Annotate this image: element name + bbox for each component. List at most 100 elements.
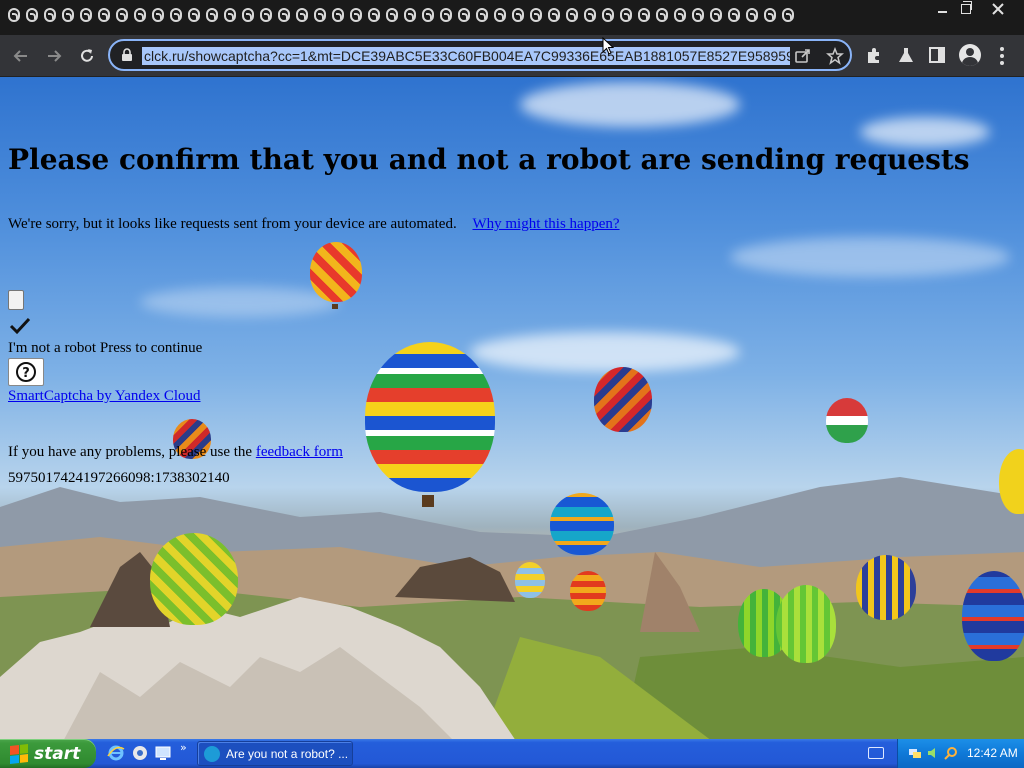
- tab-glyph-icon: [764, 8, 776, 22]
- tab-glyph-icon: [242, 8, 254, 22]
- feedback-message: If you have any problems, please use the…: [8, 444, 343, 461]
- question-mark-icon: ?: [16, 362, 36, 382]
- restore-button[interactable]: [952, 0, 980, 18]
- taskbar: start » Are you not a robot? ... 12:42 A…: [0, 739, 1024, 768]
- start-label: start: [34, 743, 81, 764]
- tab-glyph-icon: [188, 8, 200, 22]
- tab-glyph-icon: [224, 8, 236, 22]
- system-tray: 12:42 AM: [897, 739, 1024, 768]
- tab-glyph-icon: [260, 8, 272, 22]
- tab-glyph-icon: [782, 8, 794, 22]
- profile-icon[interactable]: [959, 44, 981, 66]
- restore-icon: [961, 1, 972, 14]
- bookmark-star-icon[interactable]: [826, 47, 844, 65]
- reload-button[interactable]: [74, 43, 100, 69]
- tab-glyph-icon: [170, 8, 182, 22]
- clock[interactable]: 12:42 AM: [967, 746, 1018, 760]
- tab-strip[interactable]: [8, 8, 797, 22]
- side-panel-icon[interactable]: [927, 45, 947, 65]
- lock-icon[interactable]: [120, 48, 134, 62]
- sorry-text: We're sorry, but it looks like requests …: [8, 216, 457, 232]
- media-player-icon[interactable]: [131, 744, 149, 762]
- tab-glyph-icon: [710, 8, 722, 22]
- forward-icon: [48, 50, 62, 62]
- tab-glyph-icon: [476, 8, 488, 22]
- why-might-this-happen-link[interactable]: Why might this happen?: [472, 216, 619, 232]
- tab-glyph-icon: [98, 8, 110, 22]
- search-icon[interactable]: [944, 746, 958, 760]
- tab-glyph-icon: [134, 8, 146, 22]
- tab-glyph-icon: [350, 8, 362, 22]
- tab-glyph-icon: [692, 8, 704, 22]
- labs-flask-icon[interactable]: [896, 45, 916, 65]
- tab-glyph-icon: [638, 8, 650, 22]
- browser-title-bar: [0, 0, 1024, 35]
- captcha-page: Please confirm that you and not a robot …: [0, 77, 1024, 739]
- tab-glyph-icon: [440, 8, 452, 22]
- address-bar[interactable]: clck.ru/showcaptcha?cc=1&mt=DCE39ABC5E33…: [108, 39, 852, 71]
- tab-glyph-icon: [278, 8, 290, 22]
- volume-icon[interactable]: [926, 746, 940, 760]
- windows-logo-icon: [10, 743, 28, 764]
- tab-glyph-icon: [8, 8, 20, 22]
- request-id: 5975017424197266098:1738302140: [8, 470, 230, 486]
- tab-glyph-icon: [656, 8, 668, 22]
- tab-glyph-icon: [44, 8, 56, 22]
- tab-glyph-icon: [512, 8, 524, 22]
- tab-glyph-icon: [620, 8, 632, 22]
- tab-glyph-icon: [206, 8, 218, 22]
- taskbar-item-label: Are you not a robot? ...: [226, 746, 349, 761]
- browser-toolbar: clck.ru/showcaptcha?cc=1&mt=DCE39ABC5E33…: [0, 35, 1024, 77]
- tab-glyph-icon: [458, 8, 470, 22]
- tab-glyph-icon: [368, 8, 380, 22]
- help-button[interactable]: ?: [8, 358, 44, 386]
- tab-glyph-icon: [152, 8, 164, 22]
- page-title: Please confirm that you and not a robot …: [8, 143, 970, 176]
- mouse-cursor-icon: [602, 37, 614, 55]
- close-icon: [992, 3, 1004, 15]
- show-desktop-icon[interactable]: [154, 744, 172, 762]
- tab-glyph-icon: [332, 8, 344, 22]
- tab-glyph-icon: [728, 8, 740, 22]
- tab-glyph-icon: [62, 8, 74, 22]
- tab-glyph-icon: [386, 8, 398, 22]
- tab-glyph-icon: [602, 8, 614, 22]
- tab-glyph-icon: [26, 8, 38, 22]
- tab-glyph-icon: [422, 8, 434, 22]
- minimize-icon: [937, 11, 947, 13]
- share-icon[interactable]: [794, 47, 812, 65]
- quick-launch-overflow-chevron[interactable]: »: [180, 741, 187, 754]
- tab-glyph-icon: [404, 8, 416, 22]
- smartcaptcha-credit: SmartCaptcha by Yandex Cloud: [8, 388, 201, 405]
- not-a-robot-checkbox[interactable]: [8, 290, 24, 310]
- tab-glyph-icon: [494, 8, 506, 22]
- tab-glyph-icon: [80, 8, 92, 22]
- forward-button[interactable]: [41, 43, 67, 69]
- extensions-icon[interactable]: [864, 45, 884, 65]
- start-button[interactable]: start: [0, 739, 96, 768]
- tab-glyph-icon: [314, 8, 326, 22]
- keyboard-layout-icon[interactable]: [868, 747, 884, 759]
- network-icon[interactable]: [908, 746, 922, 760]
- checkmark-icon: [9, 317, 31, 335]
- url-text[interactable]: clck.ru/showcaptcha?cc=1&mt=DCE39ABC5E33…: [142, 47, 790, 65]
- reload-icon: [81, 49, 93, 62]
- checkbox-label[interactable]: I'm not a robot Press to continue: [8, 340, 202, 357]
- close-button[interactable]: [978, 0, 1018, 18]
- back-icon: [13, 50, 27, 62]
- automated-requests-message: We're sorry, but it looks like requests …: [8, 216, 620, 233]
- browser-window-icon: [204, 745, 220, 762]
- problems-text: If you have any problems, please use the: [8, 444, 253, 460]
- smartcaptcha-link[interactable]: SmartCaptcha by Yandex Cloud: [8, 388, 201, 404]
- menu-icon[interactable]: [1000, 47, 1004, 65]
- feedback-form-link[interactable]: feedback form: [256, 444, 343, 460]
- tab-glyph-icon: [296, 8, 308, 22]
- taskbar-item-browser[interactable]: Are you not a robot? ...: [197, 741, 353, 766]
- internet-explorer-icon[interactable]: [107, 744, 125, 762]
- tab-glyph-icon: [746, 8, 758, 22]
- back-button[interactable]: [8, 43, 34, 69]
- tab-glyph-icon: [116, 8, 128, 22]
- tab-glyph-icon: [566, 8, 578, 22]
- tab-glyph-icon: [548, 8, 560, 22]
- help-symbol: ?: [22, 366, 30, 381]
